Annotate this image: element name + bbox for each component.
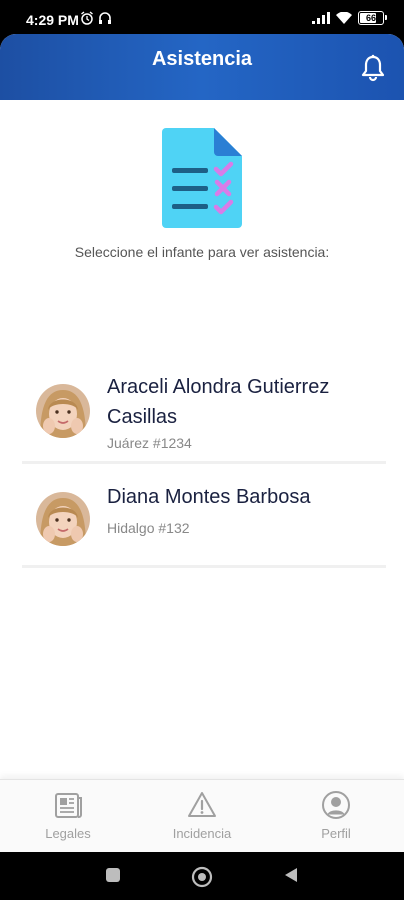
signal-icon xyxy=(312,12,330,24)
child-name: Araceli Alondra Gutierrez Casillas xyxy=(107,376,330,428)
app-header: Asistencia xyxy=(0,34,404,100)
bell-icon[interactable] xyxy=(360,54,386,82)
nav-label: Perfil xyxy=(321,826,351,841)
home-icon[interactable] xyxy=(191,866,213,888)
nav-label: Legales xyxy=(45,826,91,841)
warning-icon xyxy=(188,792,216,817)
nav-label: Incidencia xyxy=(172,826,232,841)
nav-item-perfil[interactable]: Perfil xyxy=(286,790,386,841)
attendance-checklist-icon xyxy=(162,128,242,228)
child-name: Diana Montes Barbosa xyxy=(107,486,311,508)
avatar xyxy=(36,384,90,438)
child-address: Juárez #1234 xyxy=(107,435,192,451)
status-time: 4:29 PM xyxy=(26,12,79,28)
alarm-icon xyxy=(81,11,93,25)
battery-icon: 66 xyxy=(358,11,387,25)
children-list: Araceli Alondra Gutierrez Casillas Juáre… xyxy=(22,364,386,568)
app-screen: Asistencia Seleccione el infante para ve… xyxy=(0,34,404,852)
system-nav-bar xyxy=(0,852,404,900)
select-child-prompt: Seleccione el infante para ver asistenci… xyxy=(74,244,330,260)
status-right-icons: 66 xyxy=(312,11,387,25)
user-icon xyxy=(322,791,350,819)
nav-item-legales[interactable]: Legales xyxy=(18,790,118,841)
status-bar: 4:29 PM 66 xyxy=(0,0,404,38)
recents-icon[interactable] xyxy=(104,866,122,884)
document-icon xyxy=(55,793,82,818)
bottom-nav: Legales Incidencia Perfil xyxy=(0,779,404,852)
child-card[interactable]: Diana Montes Barbosa Hidalgo #132 xyxy=(22,482,386,568)
nav-item-incidencia[interactable]: Incidencia xyxy=(152,790,252,841)
battery-level: 66 xyxy=(365,13,376,23)
headset-icon xyxy=(99,12,111,24)
child-address: Hidalgo #132 xyxy=(107,520,190,536)
status-left-icons xyxy=(80,11,112,25)
avatar xyxy=(36,492,90,546)
back-icon[interactable] xyxy=(282,866,300,884)
page-title: Asistencia xyxy=(151,48,253,70)
child-card[interactable]: Araceli Alondra Gutierrez Casillas Juáre… xyxy=(22,364,386,464)
wifi-icon xyxy=(336,12,352,24)
